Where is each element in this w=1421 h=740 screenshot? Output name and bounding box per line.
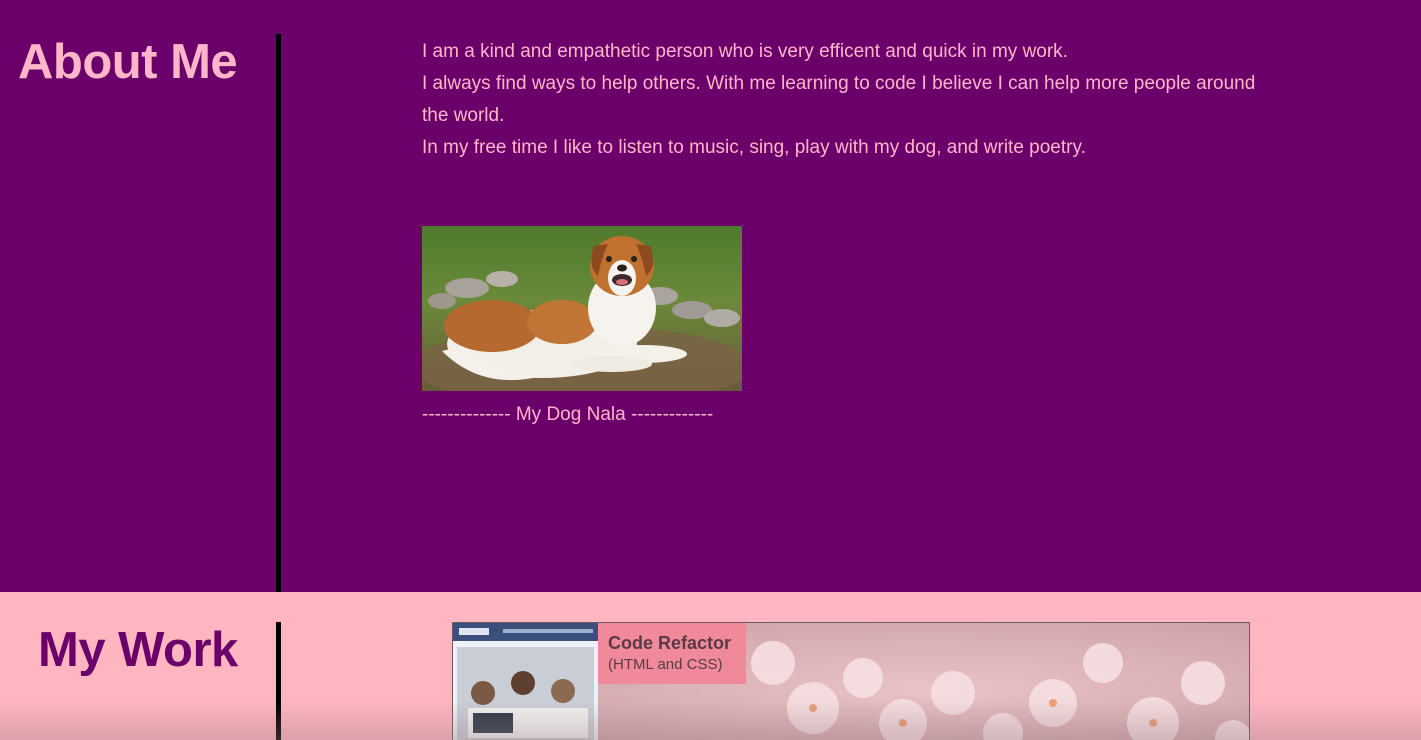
about-paragraph: In my free time I like to listen to musi… bbox=[422, 137, 1086, 158]
section-divider bbox=[276, 622, 281, 740]
about-heading: About Me bbox=[18, 35, 238, 89]
section-divider bbox=[276, 34, 281, 592]
photo-caption: -------------- My Dog Nala ------------- bbox=[422, 404, 714, 425]
about-section: About Me I am a kind and empathetic pers… bbox=[0, 0, 1421, 592]
work-section: My Work Code Refactor (HTML and CSS) bbox=[0, 592, 1421, 740]
project-thumbnail bbox=[453, 623, 1249, 740]
about-paragraph: I always find ways to help others. With … bbox=[422, 73, 1256, 126]
project-subtitle: (HTML and CSS) bbox=[608, 656, 723, 673]
work-heading: My Work bbox=[38, 623, 238, 677]
dog-photo bbox=[422, 226, 742, 391]
project-title: Code Refactor bbox=[608, 633, 732, 653]
about-text: I am a kind and empathetic person who is… bbox=[422, 36, 1262, 164]
project-card-code-refactor[interactable]: Code Refactor (HTML and CSS) bbox=[452, 622, 1250, 740]
project-card-label: Code Refactor (HTML and CSS) bbox=[598, 623, 746, 684]
about-paragraph: I am a kind and empathetic person who is… bbox=[422, 41, 1068, 62]
